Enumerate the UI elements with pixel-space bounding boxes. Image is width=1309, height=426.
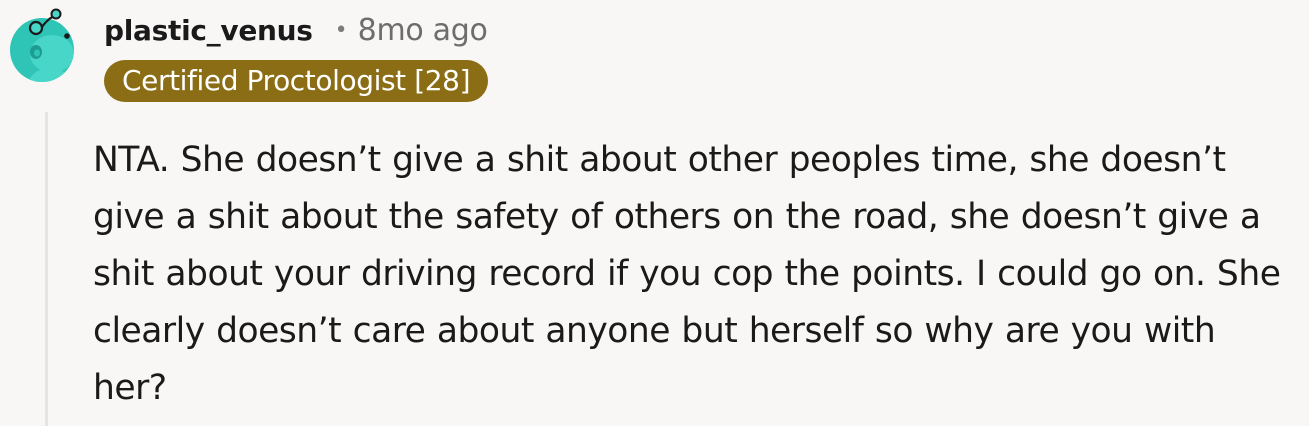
user-flair-badge: Certified Proctologist [28] bbox=[104, 60, 489, 102]
user-avatar[interactable] bbox=[10, 4, 82, 90]
thread-line[interactable] bbox=[45, 112, 48, 426]
meta-separator: • bbox=[334, 17, 348, 43]
comment-body: NTA. She doesn’t give a shit about other… bbox=[93, 140, 1281, 408]
comment-timestamp[interactable]: 8mo ago bbox=[358, 13, 488, 48]
comment: plastic_venus • 8mo ago Certified Procto… bbox=[0, 0, 1309, 426]
snoo-avatar-icon bbox=[10, 8, 74, 82]
username-link[interactable]: plastic_venus bbox=[104, 14, 313, 47]
comment-header: plastic_venus • 8mo ago bbox=[104, 8, 488, 52]
